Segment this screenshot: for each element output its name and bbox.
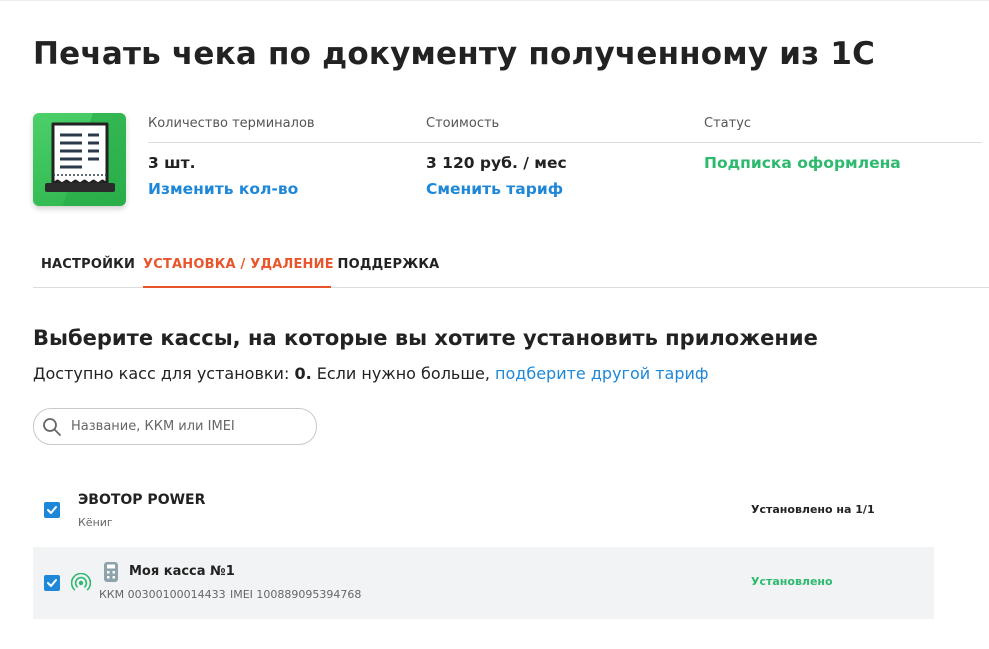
terminals-label: Количество терминалов [148, 116, 315, 131]
top-divider [0, 0, 989, 1]
cost-info: Стоимость 3 120 руб. / мес Сменить тариф [426, 116, 567, 198]
tab-install-uninstall[interactable]: УСТАНОВКА / УДАЛЕНИЕ [143, 248, 334, 288]
device-checkbox[interactable] [44, 575, 60, 591]
group-checkbox[interactable] [44, 502, 60, 518]
checkmark-icon [47, 506, 57, 514]
available-suffix: Если нужно больше, [311, 364, 496, 383]
device-imei: IMEI 100889095394768 [230, 588, 362, 601]
search-icon [43, 418, 61, 436]
device-row[interactable]: Моя касса №1 ККМ 00300100014433 IMEI 100… [33, 547, 934, 619]
terminals-info: Количество терминалов 3 шт. Изменить кол… [148, 116, 315, 198]
available-info: Доступно касс для установки: 0. Если нуж… [33, 364, 709, 383]
app-icon [33, 113, 126, 206]
status-label: Статус [704, 116, 752, 131]
terminals-value: 3 шт. [148, 154, 196, 172]
search-box [33, 408, 317, 445]
change-terminals-link[interactable]: Изменить кол-во [148, 180, 298, 198]
choose-tariff-link[interactable]: подберите другой тариф [495, 364, 709, 383]
group-name: ЭВОТОР POWER [78, 492, 206, 508]
install-heading: Выберите кассы, на которые вы хотите уст… [33, 326, 818, 350]
cost-value: 3 120 руб. / мес [426, 154, 567, 172]
device-install-status: Установлено [751, 575, 833, 588]
online-signal-icon [71, 573, 91, 591]
terminal-icon [104, 562, 118, 582]
search-input[interactable] [71, 417, 306, 435]
group-subtitle: Кёниг [78, 516, 113, 529]
device-kkm: ККМ 00300100014433 [99, 588, 226, 601]
change-tariff-link[interactable]: Сменить тариф [426, 180, 563, 198]
receipt-icon [45, 113, 126, 206]
group-install-status: Установлено на 1/1 [751, 503, 875, 516]
available-prefix: Доступно касс для установки: [33, 364, 295, 383]
tab-settings[interactable]: НАСТРОЙКИ [33, 248, 143, 286]
status-info: Статус Подписка оформлена [704, 116, 901, 172]
group-row[interactable]: ЭВОТОР POWER Кёниг Установлено на 1/1 [33, 480, 934, 546]
checkmark-icon [47, 579, 57, 587]
tab-support[interactable]: ПОДДЕРЖКА [331, 248, 446, 286]
tab-bar: НАСТРОЙКИ УСТАНОВКА / УДАЛЕНИЕ ПОДДЕРЖКА [33, 248, 989, 288]
subscription-status: Подписка оформлена [704, 154, 901, 172]
info-divider [148, 142, 982, 143]
page-title: Печать чека по документу полученному из … [33, 36, 876, 72]
cost-label: Стоимость [426, 116, 500, 131]
available-count: 0. [294, 364, 312, 383]
device-name: Моя касса №1 [129, 564, 235, 579]
